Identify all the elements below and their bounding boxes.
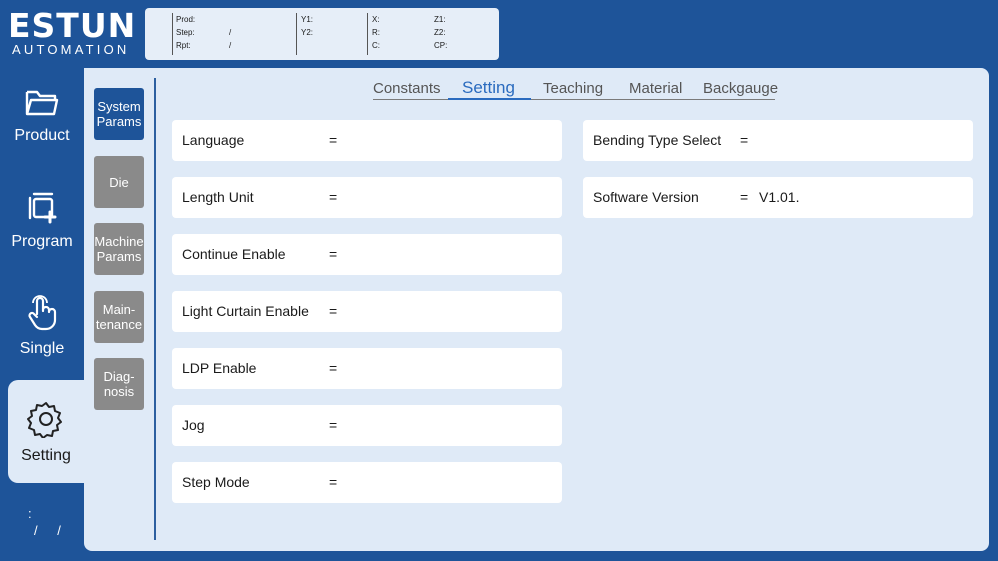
- subtab-label: Main-tenance: [95, 302, 143, 332]
- status-separator: [367, 13, 368, 55]
- hand-pointer-icon: [0, 293, 84, 336]
- logo-wordmark: ESTUN: [8, 6, 137, 45]
- step-label: Step:: [176, 28, 195, 37]
- subtab-machine-params[interactable]: Machine Params: [94, 223, 144, 275]
- tab-backgauge[interactable]: Backgauge: [703, 80, 778, 97]
- equals-sign: =: [329, 303, 338, 319]
- setting-label: Software Version: [593, 189, 699, 205]
- setting-row-length-unit[interactable]: Length Unit =: [172, 177, 562, 218]
- x-label: X:: [372, 15, 380, 24]
- setting-row-software-version[interactable]: Software Version = V1.01.: [583, 177, 973, 218]
- setting-row-light-curtain-enable[interactable]: Light Curtain Enable =: [172, 291, 562, 332]
- rpt-label: Rpt:: [176, 41, 191, 50]
- subtab-maintenance[interactable]: Main-tenance: [94, 291, 144, 343]
- setting-row-ldp-enable[interactable]: LDP Enable =: [172, 348, 562, 389]
- tab-constants[interactable]: Constants: [373, 80, 441, 97]
- step-value: /: [229, 28, 232, 37]
- subtab-diagnosis[interactable]: Diag-nosis: [94, 358, 144, 410]
- estun-logo: ESTUN AUTOMATION: [8, 8, 138, 58]
- nav-product-label: Product: [14, 127, 70, 144]
- setting-label: Length Unit: [182, 189, 254, 205]
- software-version-value: V1.01.: [759, 189, 800, 205]
- footer-date: / /: [34, 523, 69, 538]
- setting-label: LDP Enable: [182, 360, 257, 376]
- equals-sign: =: [740, 189, 749, 205]
- setting-label: Continue Enable: [182, 246, 286, 262]
- tab-material[interactable]: Material: [629, 80, 682, 97]
- panel-divider: [154, 78, 156, 540]
- z1-label: Z1:: [434, 15, 446, 24]
- z2-label: Z2:: [434, 28, 446, 37]
- equals-sign: =: [329, 360, 338, 376]
- folder-icon: [0, 86, 84, 123]
- nav-program-label: Program: [11, 233, 73, 250]
- y2-label: Y2:: [301, 28, 314, 37]
- copy-add-icon: [0, 190, 84, 229]
- equals-sign: =: [329, 189, 338, 205]
- nav-program[interactable]: Program: [0, 190, 84, 260]
- subtab-die[interactable]: Die: [94, 156, 144, 208]
- nav-product[interactable]: Product: [0, 86, 84, 156]
- nav-setting[interactable]: Setting: [8, 380, 84, 483]
- y1-label: Y1:: [301, 15, 314, 24]
- setting-row-jog[interactable]: Jog =: [172, 405, 562, 446]
- setting-row-continue-enable[interactable]: Continue Enable =: [172, 234, 562, 275]
- rpt-value: /: [229, 41, 232, 50]
- tab-teaching[interactable]: Teaching: [543, 80, 603, 97]
- status-separator: [172, 13, 173, 55]
- nav-single[interactable]: Single: [0, 293, 84, 363]
- cp-label: CP:: [434, 41, 448, 50]
- setting-row-step-mode[interactable]: Step Mode =: [172, 462, 562, 503]
- subtab-system-params[interactable]: System Params: [94, 88, 144, 140]
- setting-label: Step Mode: [182, 474, 250, 490]
- equals-sign: =: [329, 246, 338, 262]
- nav-setting-label: Setting: [21, 447, 71, 464]
- subtab-label: Diag-nosis: [103, 369, 135, 399]
- tab-active-indicator: [448, 98, 531, 100]
- c-label: C:: [372, 41, 380, 50]
- setting-row-bending-type-select[interactable]: Bending Type Select =: [583, 120, 973, 161]
- footer-time: :: [28, 506, 32, 521]
- prod-label: Prod:: [176, 15, 196, 24]
- main-panel: System Params Die Machine Params Main-te…: [84, 68, 989, 551]
- subtab-label: System Params: [96, 99, 142, 129]
- setting-label: Language: [182, 132, 245, 148]
- setting-label: Light Curtain Enable: [182, 303, 309, 319]
- setting-label: Bending Type Select: [593, 132, 722, 148]
- equals-sign: =: [329, 417, 338, 433]
- status-separator: [296, 13, 297, 55]
- tab-underline: [373, 99, 775, 100]
- status-panel: Prod: Step: / Rpt: / Y1: Y2: X: R: C: Z1…: [145, 8, 499, 60]
- subtab-label: Die: [109, 174, 129, 190]
- setting-label: Jog: [182, 417, 205, 433]
- nav-single-label: Single: [19, 340, 65, 357]
- nav-footer: : / /: [28, 505, 69, 539]
- r-label: R:: [372, 28, 380, 37]
- subtab-label: Machine Params: [94, 234, 144, 264]
- equals-sign: =: [329, 132, 338, 148]
- equals-sign: =: [329, 474, 338, 490]
- gear-icon: [8, 400, 84, 443]
- equals-sign: =: [740, 132, 749, 148]
- tab-setting[interactable]: Setting: [462, 78, 515, 98]
- setting-row-language[interactable]: Language =: [172, 120, 562, 161]
- logo-subtitle: AUTOMATION: [12, 42, 130, 57]
